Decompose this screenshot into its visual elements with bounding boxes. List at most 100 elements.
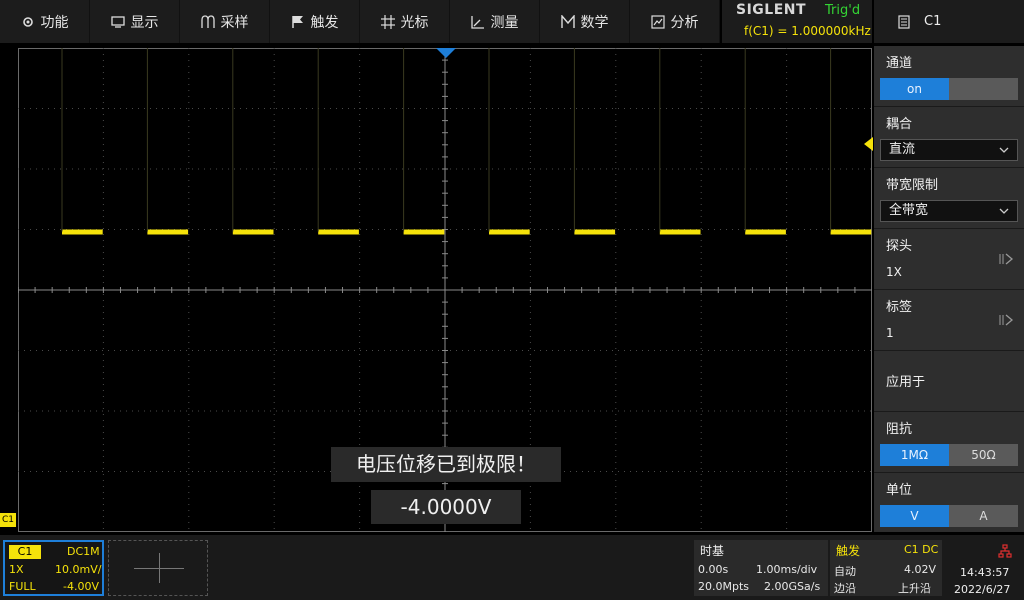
ch1-probe: 1X xyxy=(9,563,24,576)
menu-trigger[interactable]: 触发 xyxy=(270,0,360,43)
flag-icon xyxy=(291,15,303,28)
channel-title: 通道 xyxy=(886,56,913,71)
chevron-down-icon xyxy=(999,208,1009,214)
trigger-position-marker[interactable] xyxy=(436,48,456,58)
panel-header-label: C1 xyxy=(924,14,942,29)
trigger-level: 4.02V xyxy=(904,563,937,576)
gear-icon xyxy=(22,16,33,27)
plus-icon-vertical xyxy=(159,553,160,583)
apply-section[interactable]: 应用于 xyxy=(874,351,1024,412)
offset-value-message: -4.0000V xyxy=(371,490,521,524)
ch1-waveform xyxy=(61,48,872,235)
sample-rate: 2.00GSa/s xyxy=(764,580,821,593)
label-title: 标签 xyxy=(886,300,913,315)
waveform-high-segment xyxy=(659,229,701,235)
timebase-box[interactable]: 时基 0.00s 1.00ms/div 20.0Mpts 2.00GSa/s xyxy=(694,540,828,596)
timebase-delay: 0.00s xyxy=(698,563,729,576)
label-section[interactable]: 标签 1 xyxy=(874,290,1024,351)
clock-area: 14:43:57 2022/6/27 xyxy=(946,540,1024,596)
menu-math[interactable]: 数学 xyxy=(540,0,630,43)
channel-on-option[interactable]: on xyxy=(880,78,949,100)
measure-icon xyxy=(470,15,484,29)
waveform-high-segment xyxy=(574,229,616,235)
trigger-status: Trig'd xyxy=(825,3,861,18)
trigger-title: 触发 xyxy=(836,544,861,558)
acquire-icon xyxy=(200,14,215,28)
coupling-section: 耦合 直流 xyxy=(874,107,1024,168)
menu-utility[interactable]: 功能 xyxy=(0,0,90,43)
timebase-scale: 1.00ms/div xyxy=(756,563,818,576)
expand-arrow-icon xyxy=(999,314,1014,326)
display-icon xyxy=(110,15,125,28)
impedance-title: 阻抗 xyxy=(886,422,913,437)
menu-label: 显示 xyxy=(130,14,159,31)
menu-cursor[interactable]: 光标 xyxy=(360,0,450,43)
bottom-status-bar: C1 DC1M 1X 10.0mV/ FULL -4.00V 时基 0.00s … xyxy=(0,535,1024,600)
expand-arrow-icon xyxy=(999,253,1014,265)
impedance-50-option[interactable]: 50Ω xyxy=(949,444,1018,466)
trigger-type: 边沿 xyxy=(834,582,856,595)
apply-title: 应用于 xyxy=(886,375,926,390)
menu-label: 测量 xyxy=(490,14,519,31)
channel-toggle[interactable]: on xyxy=(880,78,1018,100)
ch1-offset-marker[interactable]: C1 xyxy=(0,513,16,527)
menu-analysis[interactable]: 分析 xyxy=(630,0,720,43)
unit-a-option[interactable]: A xyxy=(949,505,1018,527)
probe-section[interactable]: 探头 1X xyxy=(874,229,1024,290)
bandwidth-dropdown[interactable]: 全带宽 xyxy=(880,200,1018,222)
analysis-icon xyxy=(650,14,665,29)
trigger-box[interactable]: 触发 C1 DC 自动 4.02V 边沿 上升沿 xyxy=(830,540,942,596)
clock-date: 2022/6/27 xyxy=(954,583,1011,596)
channel-settings-panel: 通道 on 耦合 直流 带宽限制 全带宽 探头 1X 标签 1 应用于 阻抗 1… xyxy=(874,46,1024,532)
label-value: 1 xyxy=(886,326,894,340)
ch1-coupling: DC1M xyxy=(67,545,100,558)
waveform-high-segment xyxy=(62,229,103,235)
bandwidth-value: 全带宽 xyxy=(889,203,929,218)
probe-value: 1X xyxy=(886,265,902,279)
unit-toggle[interactable]: V A xyxy=(880,505,1018,527)
trigger-mode: 自动 xyxy=(834,565,856,578)
trigger-slope: 上升沿 xyxy=(898,582,931,595)
channel-off-option[interactable] xyxy=(949,78,1018,100)
waveform-high-segment xyxy=(318,229,359,235)
ch1-bandwidth: FULL xyxy=(9,580,36,593)
add-channel-box[interactable] xyxy=(108,540,208,596)
coupling-dropdown[interactable]: 直流 xyxy=(880,139,1018,161)
menu-label: 触发 xyxy=(310,14,339,31)
brand-status-area: SIGLENT Trig'd f(C1) = 1.000000kHz xyxy=(722,0,872,43)
menu-measure[interactable]: 测量 xyxy=(450,0,540,43)
menu-acquire[interactable]: 采样 xyxy=(180,0,270,43)
waveform-high-segment xyxy=(830,229,872,235)
panel-header[interactable]: C1 xyxy=(874,0,1024,43)
waveform-high-segment xyxy=(403,229,445,235)
menu-label: 采样 xyxy=(220,14,249,31)
chevron-down-icon xyxy=(999,147,1009,153)
ch1-info-box[interactable]: C1 DC1M 1X 10.0mV/ FULL -4.00V xyxy=(3,540,104,596)
channel-section: 通道 on xyxy=(874,46,1024,107)
trigger-source: C1 DC xyxy=(904,543,939,556)
impedance-1m-option[interactable]: 1MΩ xyxy=(880,444,949,466)
waveform-high-segment xyxy=(745,229,786,235)
ch1-offset: -4.00V xyxy=(63,580,99,593)
coupling-value: 直流 xyxy=(889,142,916,157)
trigger-level-marker[interactable] xyxy=(864,137,873,151)
waveform-high-segment xyxy=(232,229,274,235)
menu-label: 功能 xyxy=(40,14,69,31)
menu-label: 数学 xyxy=(580,14,609,31)
network-icon[interactable] xyxy=(998,544,1012,558)
top-menu-bar: 功能 显示 采样 触发 光标 测量 数学 分析 xyxy=(0,0,720,43)
waveform-high-segment xyxy=(489,229,530,235)
math-icon xyxy=(560,14,575,28)
unit-v-option[interactable]: V xyxy=(880,505,949,527)
impedance-toggle[interactable]: 1MΩ 50Ω xyxy=(880,444,1018,466)
offset-limit-message: 电压位移已到极限！ xyxy=(331,447,561,482)
frequency-readout: f(C1) = 1.000000kHz xyxy=(744,24,871,38)
ch1-scale: 10.0mV/ xyxy=(55,563,102,576)
unit-section: 单位 V A xyxy=(874,473,1024,532)
timebase-title: 时基 xyxy=(700,544,725,558)
probe-title: 探头 xyxy=(886,239,913,254)
menu-display[interactable]: 显示 xyxy=(90,0,180,43)
waveform-high-segment xyxy=(147,229,189,235)
menu-label: 光标 xyxy=(400,14,429,31)
bandwidth-section: 带宽限制 全带宽 xyxy=(874,168,1024,229)
